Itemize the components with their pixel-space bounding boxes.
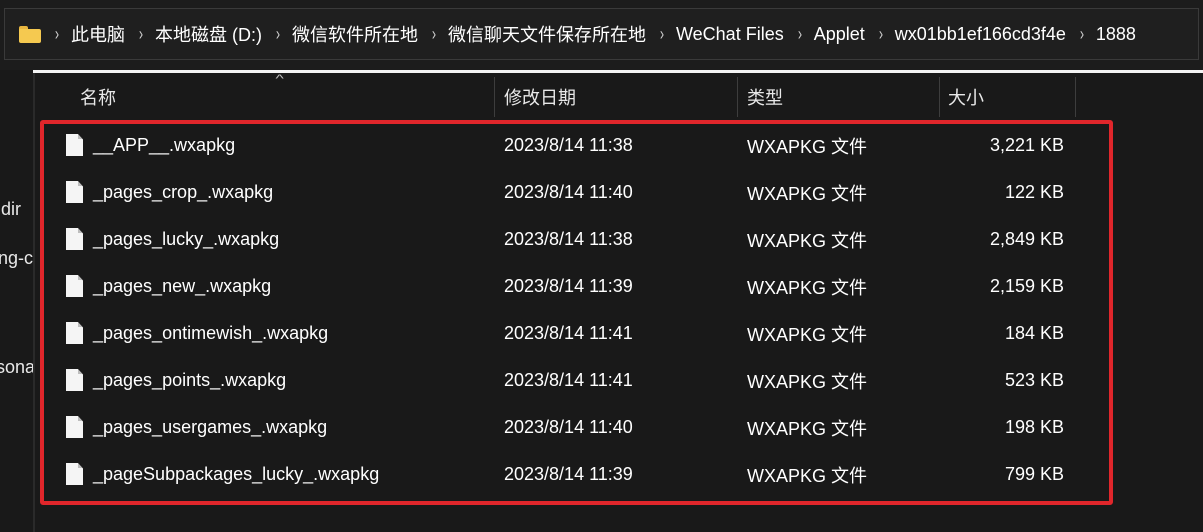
column-header-name[interactable]: 名称 (80, 75, 494, 119)
column-header-row: 名称 修改日期 类型 大小 (35, 75, 1203, 119)
file-size: 2,159 KB (989, 276, 1064, 296)
file-row[interactable]: _pageSubpackages_lucky_.wxapkg 2023/8/14… (55, 451, 1105, 498)
file-name: _pages_usergames_.wxapkg (93, 417, 328, 437)
file-name: __APP__.wxapkg (93, 135, 236, 155)
folder-icon (19, 25, 41, 43)
file-name: _pages_lucky_.wxapkg (93, 229, 280, 249)
breadcrumb-this-pc[interactable]: 此电脑 (71, 21, 125, 47)
column-divider[interactable] (939, 77, 940, 117)
file-date: 2023/8/14 11:41 (504, 323, 633, 343)
nav-item[interactable]: dir (1, 199, 21, 220)
file-date: 2023/8/14 11:40 (504, 417, 633, 437)
file-size: 523 KB (1004, 370, 1064, 390)
file-row[interactable]: _pages_usergames_.wxapkg 2023/8/14 11:40… (55, 404, 1105, 451)
file-type: WXAPKG 文件 (747, 465, 868, 486)
column-header-size[interactable]: 大小 (948, 75, 1075, 119)
file-name: _pageSubpackages_lucky_.wxapkg (93, 464, 380, 484)
column-divider[interactable] (1075, 77, 1076, 117)
nav-item[interactable]: ng-c (0, 248, 33, 269)
file-row[interactable]: __APP__.wxapkg 2023/8/14 11:38 WXAPKG 文件… (55, 122, 1105, 169)
file-size: 3,221 KB (989, 135, 1064, 155)
nav-item[interactable]: sona (0, 357, 33, 378)
chevron-right-icon[interactable]: › (879, 24, 883, 45)
column-divider[interactable] (737, 77, 738, 117)
file-name: _pages_points_.wxapkg (93, 370, 287, 390)
breadcrumb-wechat-files[interactable]: WeChat Files (676, 24, 784, 45)
file-type: WXAPKG 文件 (747, 324, 868, 345)
file-name: _pages_ontimewish_.wxapkg (93, 323, 329, 343)
file-icon (66, 322, 83, 344)
file-icon (66, 134, 83, 156)
address-bar: › 此电脑 › 本地磁盘 (D:) › 微信软件所在地 › 微信聊天文件保存所在… (0, 0, 1203, 70)
file-date: 2023/8/14 11:39 (504, 276, 633, 296)
file-size: 799 KB (1004, 464, 1064, 484)
file-row[interactable]: _pages_crop_.wxapkg 2023/8/14 11:40 WXAP… (55, 169, 1105, 216)
file-row[interactable]: _pages_points_.wxapkg 2023/8/14 11:41 WX… (55, 357, 1105, 404)
file-icon (66, 275, 83, 297)
file-row[interactable]: _pages_ontimewish_.wxapkg 2023/8/14 11:4… (55, 310, 1105, 357)
chevron-right-icon[interactable]: › (139, 24, 143, 45)
file-type: WXAPKG 文件 (747, 136, 868, 157)
breadcrumb-1888[interactable]: 1888 (1096, 24, 1136, 45)
file-icon (66, 416, 83, 438)
file-type: WXAPKG 文件 (747, 277, 868, 298)
file-date: 2023/8/14 11:38 (504, 135, 633, 155)
column-divider[interactable] (494, 77, 495, 117)
file-size: 184 KB (1004, 323, 1064, 343)
file-name: _pages_new_.wxapkg (93, 276, 272, 296)
file-type: WXAPKG 文件 (747, 230, 868, 251)
file-name: _pages_crop_.wxapkg (93, 182, 274, 202)
file-date: 2023/8/14 11:39 (504, 464, 633, 484)
chevron-right-icon[interactable]: › (660, 24, 664, 45)
file-explorer-window: › 此电脑 › 本地磁盘 (D:) › 微信软件所在地 › 微信聊天文件保存所在… (0, 0, 1203, 532)
breadcrumb-appid[interactable]: wx01bb1ef166cd3f4e (895, 24, 1066, 45)
navigation-pane: dir ng-c sona (0, 73, 33, 532)
chevron-right-icon[interactable]: › (55, 24, 59, 45)
file-date: 2023/8/14 11:40 (504, 182, 633, 202)
breadcrumb-applet[interactable]: Applet (814, 24, 865, 45)
file-row[interactable]: _pages_lucky_.wxapkg 2023/8/14 11:38 WXA… (55, 216, 1105, 263)
breadcrumb-wechat-files-location[interactable]: 微信聊天文件保存所在地 (448, 21, 646, 47)
file-type: WXAPKG 文件 (747, 371, 868, 392)
chevron-right-icon[interactable]: › (1080, 24, 1084, 45)
breadcrumb-wechat-install[interactable]: 微信软件所在地 (292, 21, 418, 47)
file-type: WXAPKG 文件 (747, 418, 868, 439)
file-date: 2023/8/14 11:41 (504, 370, 633, 390)
breadcrumb[interactable]: › 此电脑 › 本地磁盘 (D:) › 微信软件所在地 › 微信聊天文件保存所在… (4, 8, 1199, 60)
file-size: 2,849 KB (989, 229, 1064, 249)
column-header-date[interactable]: 修改日期 (504, 75, 744, 119)
chevron-right-icon[interactable]: › (432, 24, 436, 45)
chevron-right-icon[interactable]: › (798, 24, 802, 45)
file-size: 198 KB (1004, 417, 1064, 437)
chevron-right-icon[interactable]: › (276, 24, 280, 45)
file-icon (66, 463, 83, 485)
file-icon (66, 369, 83, 391)
file-row[interactable]: _pages_new_.wxapkg 2023/8/14 11:39 WXAPK… (55, 263, 1105, 310)
file-icon (66, 181, 83, 203)
column-header-type[interactable]: 类型 (747, 75, 939, 119)
file-date: 2023/8/14 11:38 (504, 229, 633, 249)
file-icon (66, 228, 83, 250)
file-type: WXAPKG 文件 (747, 183, 868, 204)
breadcrumb-drive-d[interactable]: 本地磁盘 (D:) (155, 21, 262, 47)
file-size: 122 KB (1004, 182, 1064, 202)
file-list: ^ 名称 修改日期 类型 大小 __APP__.wxapkg 2023/8/14… (35, 73, 1203, 532)
